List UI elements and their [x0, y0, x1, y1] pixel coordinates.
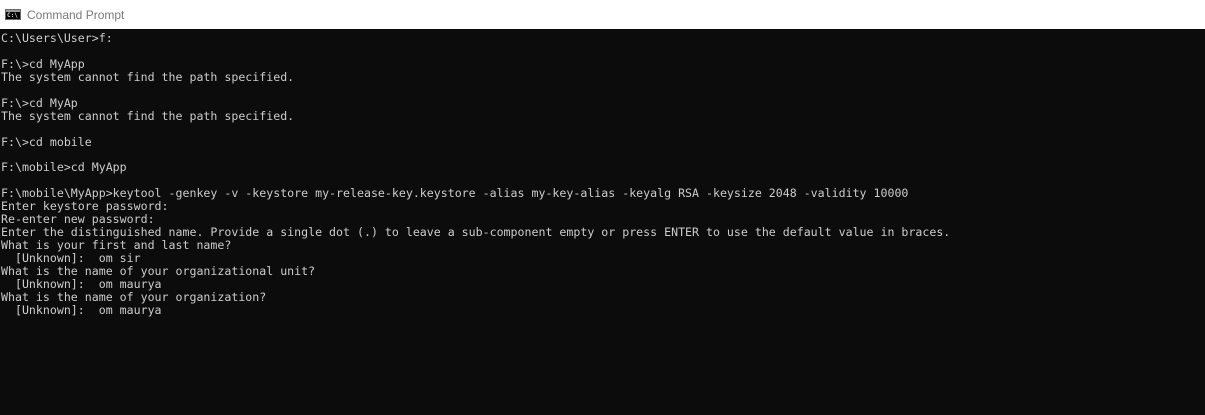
console-line: [Unknown]: om sir: [1, 251, 141, 265]
console-line: [Unknown]: om maurya: [1, 303, 162, 317]
console-line: Enter keystore password:: [1, 200, 169, 214]
console-line: What is your first and last name?: [1, 239, 232, 252]
console-line: F:\>cd MyApp: [1, 57, 85, 71]
command-prompt-window: C:\ Command Prompt C:\Users\User>f: F:\>…: [0, 0, 1205, 415]
console-line: The system cannot find the path specifie…: [1, 70, 295, 84]
console-line: The system cannot find the path specifie…: [1, 109, 295, 123]
console-line: [Unknown]: om maurya: [1, 277, 162, 291]
console-line: C:\Users\User>f:: [1, 32, 113, 45]
console-line: What is the name of your organizational …: [1, 264, 316, 278]
console-line: F:\>cd mobile: [1, 135, 92, 149]
console-app-icon: C:\: [5, 9, 21, 20]
console-output[interactable]: C:\Users\User>f: F:\>cd MyApp The system…: [0, 29, 1205, 415]
title-bar[interactable]: C:\ Command Prompt: [0, 0, 1205, 29]
console-line: F:\mobile>cd MyApp: [1, 161, 127, 175]
console-line: What is the name of your organization?: [1, 290, 267, 304]
console-line: F:\>cd MyAp: [1, 96, 78, 110]
console-line: Re-enter new password:: [1, 213, 155, 227]
console-line: F:\mobile\MyApp>keytool -genkey -v -keys…: [1, 187, 909, 201]
console-line: Enter the distinguished name. Provide a …: [1, 226, 951, 239]
window-title: Command Prompt: [27, 7, 125, 22]
